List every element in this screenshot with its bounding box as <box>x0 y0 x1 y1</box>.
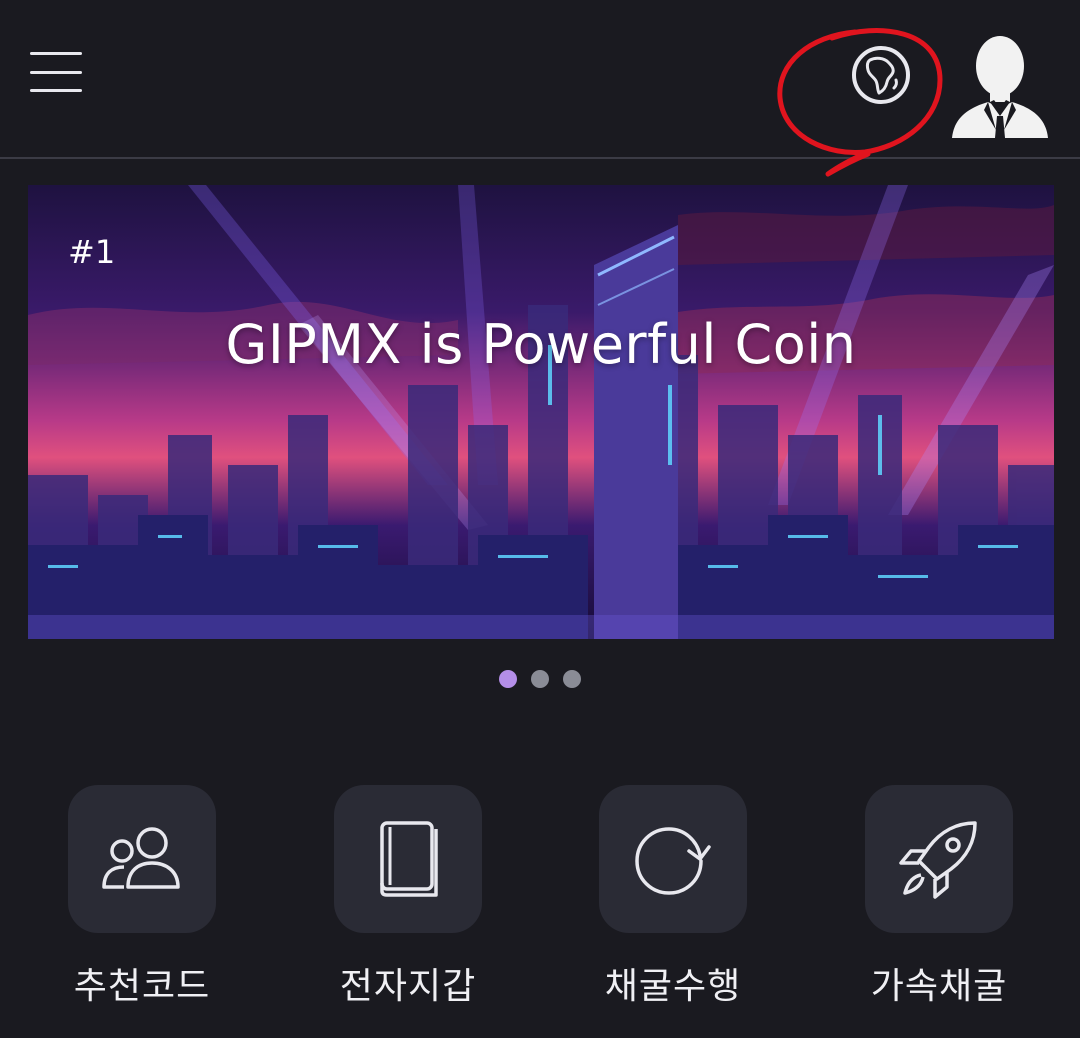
quick-item-label: 가속채굴 <box>870 966 1008 1007</box>
quick-item-mining[interactable]: 채굴수행 <box>573 785 773 1009</box>
globe-icon[interactable] <box>848 42 914 108</box>
carousel-dot-1[interactable] <box>499 670 517 688</box>
city-skyline-image <box>28 185 1054 639</box>
quick-menu: 추천코드 전자지갑 채굴수행 가속채굴 <box>0 785 1080 1015</box>
carousel-dot-2[interactable] <box>531 670 549 688</box>
banner-title: GIPMX is Powerful Coin <box>225 313 857 376</box>
quick-icon-box <box>599 785 747 933</box>
quick-icon-box <box>68 785 216 933</box>
profile-avatar[interactable] <box>950 30 1050 138</box>
refresh-icon <box>635 827 711 895</box>
app-screen: #1 GIPMX is Powerful Coin 추천코드 전자지갑 채굴수행… <box>0 0 1080 1038</box>
carousel-dot-3[interactable] <box>563 670 581 688</box>
users-icon <box>102 827 180 889</box>
quick-item-referral-code[interactable]: 추천코드 <box>42 785 242 1009</box>
quick-item-label: 채굴수행 <box>604 966 742 1007</box>
quick-item-e-wallet[interactable]: 전자지갑 <box>308 785 508 1009</box>
carousel-indicator <box>0 670 1080 688</box>
hamburger-menu-icon[interactable] <box>30 52 82 92</box>
quick-icon-box <box>865 785 1013 933</box>
banner-tag: #1 <box>68 233 116 271</box>
quick-item-label: 전자지갑 <box>339 966 477 1007</box>
promo-banner[interactable]: #1 GIPMX is Powerful Coin <box>28 185 1054 639</box>
quick-item-boost-mining[interactable]: 가속채굴 <box>839 785 1039 1009</box>
quick-icon-box <box>334 785 482 933</box>
rocket-icon <box>899 821 977 899</box>
quick-item-label: 추천코드 <box>73 966 211 1007</box>
top-bar <box>0 0 1080 177</box>
book-icon <box>380 821 438 897</box>
